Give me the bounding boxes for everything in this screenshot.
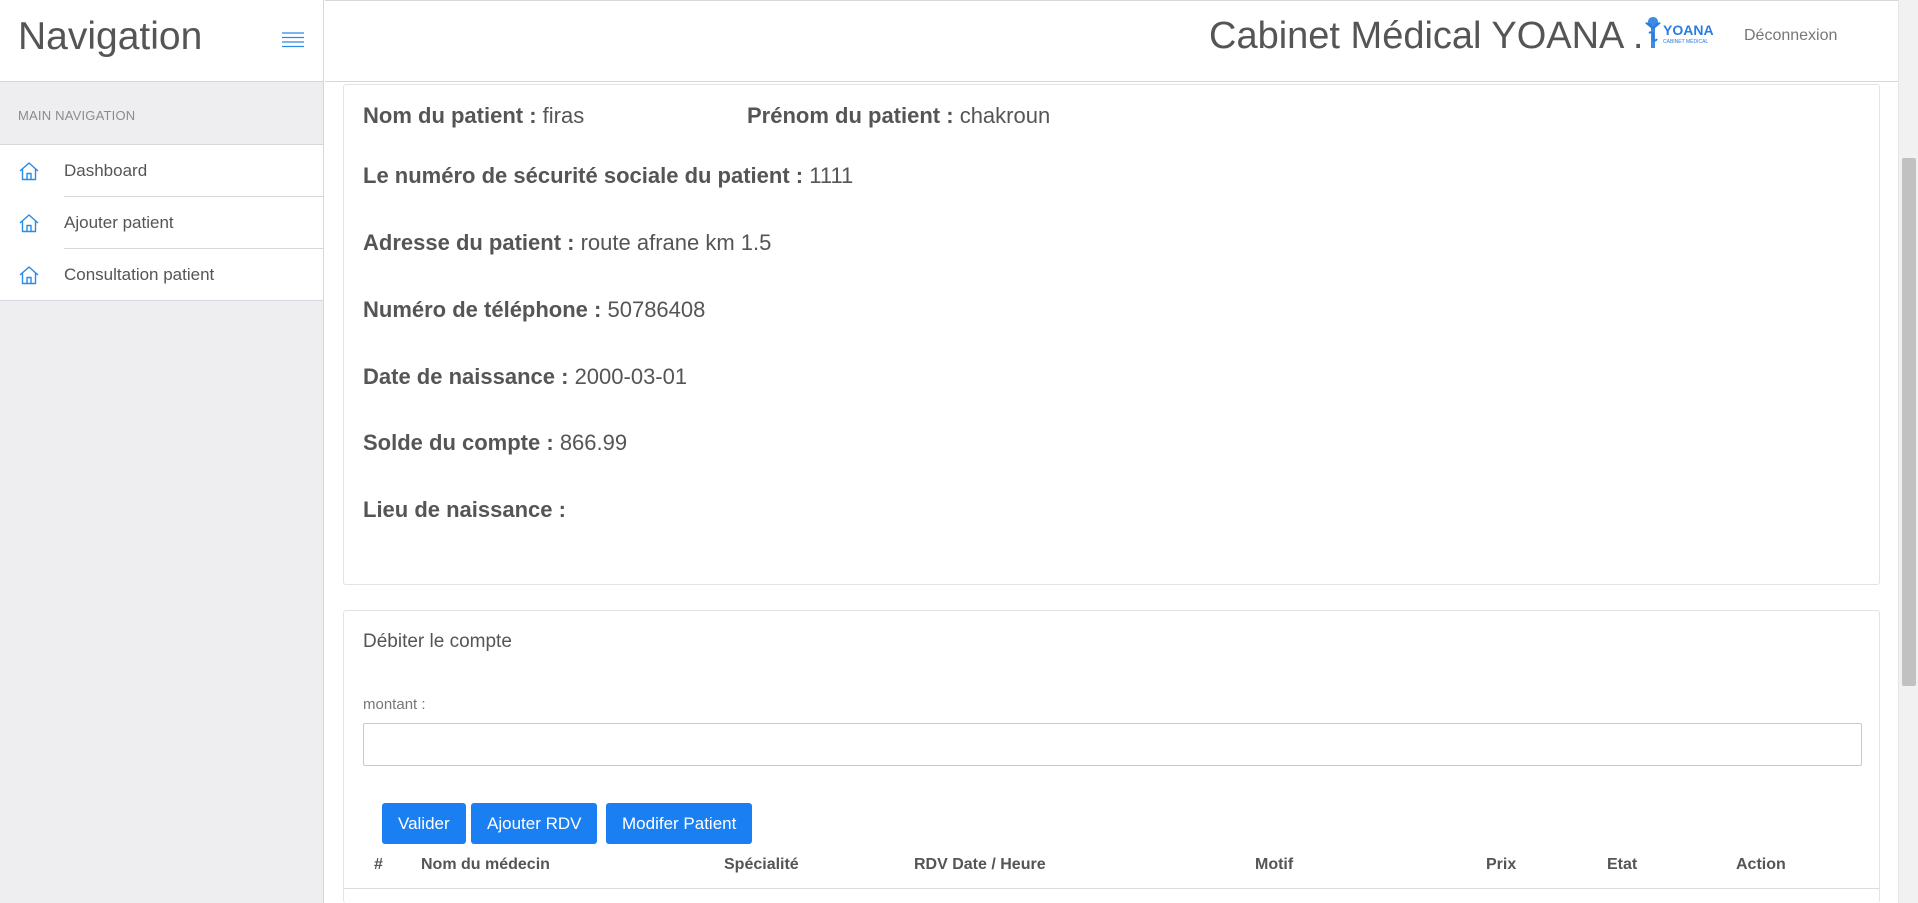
table-header-divider	[344, 888, 1879, 889]
sidebar: Navigation MAIN NAVIGATION Dashboard Ajo…	[0, 0, 324, 903]
menu-toggle-icon[interactable]	[282, 31, 304, 49]
table-header-index: #	[374, 856, 383, 873]
debit-title: Débiter le compte	[363, 631, 512, 652]
logout-link[interactable]: Déconnexion	[1744, 27, 1837, 45]
field-value: 2000-03-01	[574, 364, 688, 389]
svg-text:CABINET MÉDICAL: CABINET MÉDICAL	[1663, 38, 1708, 45]
field-label: Nom du patient :	[363, 103, 537, 128]
patient-date-naissance: Date de naissance : 2000-03-01	[363, 364, 687, 390]
site-title: Cabinet Médical YOANA .	[1209, 15, 1644, 57]
sidebar-item-dashboard[interactable]: Dashboard	[0, 145, 323, 197]
patient-lieu-naissance: Lieu de naissance :	[363, 497, 566, 523]
field-value: route afrane km 1.5	[580, 230, 772, 255]
sidebar-brand: Navigation	[0, 0, 323, 82]
field-value: 866.99	[559, 430, 628, 455]
clinic-logo: YOANA CABINET MÉDICAL	[1645, 17, 1714, 48]
sidebar-title: Navigation	[18, 15, 203, 58]
scrollbar-thumb[interactable]	[1902, 158, 1916, 686]
home-icon	[19, 214, 39, 233]
sidebar-item-label: Ajouter patient	[64, 213, 174, 232]
patient-nom: Nom du patient : firas	[363, 103, 584, 129]
top-header: Cabinet Médical YOANA . YOANA CABINET MÉ…	[325, 0, 1898, 82]
field-label: Le numéro de sécurité sociale du patient…	[363, 163, 804, 188]
table-header-motif: Motif	[1255, 856, 1294, 873]
field-label: Numéro de téléphone :	[363, 297, 602, 322]
amount-label: montant :	[363, 696, 426, 713]
sidebar-item-label: Consultation patient	[64, 265, 215, 284]
page-scrollbar[interactable]	[1898, 0, 1918, 903]
patient-secu: Le numéro de sécurité sociale du patient…	[363, 163, 853, 189]
patient-telephone: Numéro de téléphone : 50786408	[363, 297, 705, 323]
field-value: firas	[542, 103, 585, 128]
table-header-rdv: RDV Date / Heure	[914, 856, 1046, 873]
field-value: chakroun	[959, 103, 1051, 128]
patient-info-panel: Nom du patient : firas Prénom du patient…	[343, 84, 1880, 585]
amount-input[interactable]	[363, 723, 1862, 766]
debit-panel: Débiter le compte montant : Valider Ajou…	[343, 610, 1880, 903]
home-icon	[19, 162, 39, 181]
field-value: 50786408	[607, 297, 706, 322]
sidebar-item-consultation-patient[interactable]: Consultation patient	[0, 249, 323, 301]
patient-adresse: Adresse du patient : route afrane km 1.5	[363, 230, 771, 256]
field-label: Date de naissance :	[363, 364, 569, 389]
table-header-prix: Prix	[1486, 856, 1517, 873]
table-header-etat: Etat	[1607, 856, 1638, 873]
field-label: Solde du compte :	[363, 430, 554, 455]
patient-solde: Solde du compte : 866.99	[363, 430, 627, 456]
nav-section-header: MAIN NAVIGATION	[0, 82, 323, 145]
sidebar-item-ajouter-patient[interactable]: Ajouter patient	[0, 197, 323, 249]
modifier-patient-button[interactable]: Modifer Patient	[606, 803, 753, 844]
table-header-specialite: Spécialité	[724, 856, 799, 873]
home-icon	[19, 266, 39, 285]
field-label: Lieu de naissance :	[363, 497, 566, 522]
table-header-medecin: Nom du médecin	[421, 856, 550, 873]
nav-list: Dashboard Ajouter patient Consultation p…	[0, 145, 323, 301]
valider-button[interactable]: Valider	[382, 803, 466, 844]
patient-prenom: Prénom du patient : chakroun	[747, 103, 1050, 129]
sidebar-item-label: Dashboard	[64, 161, 148, 180]
ajouter-rdv-button[interactable]: Ajouter RDV	[471, 803, 598, 844]
svg-text:YOANA: YOANA	[1663, 22, 1714, 38]
field-label: Adresse du patient :	[363, 230, 575, 255]
table-header-action: Action	[1736, 856, 1786, 873]
field-label: Prénom du patient :	[747, 103, 954, 128]
field-value: 1111	[809, 163, 854, 188]
